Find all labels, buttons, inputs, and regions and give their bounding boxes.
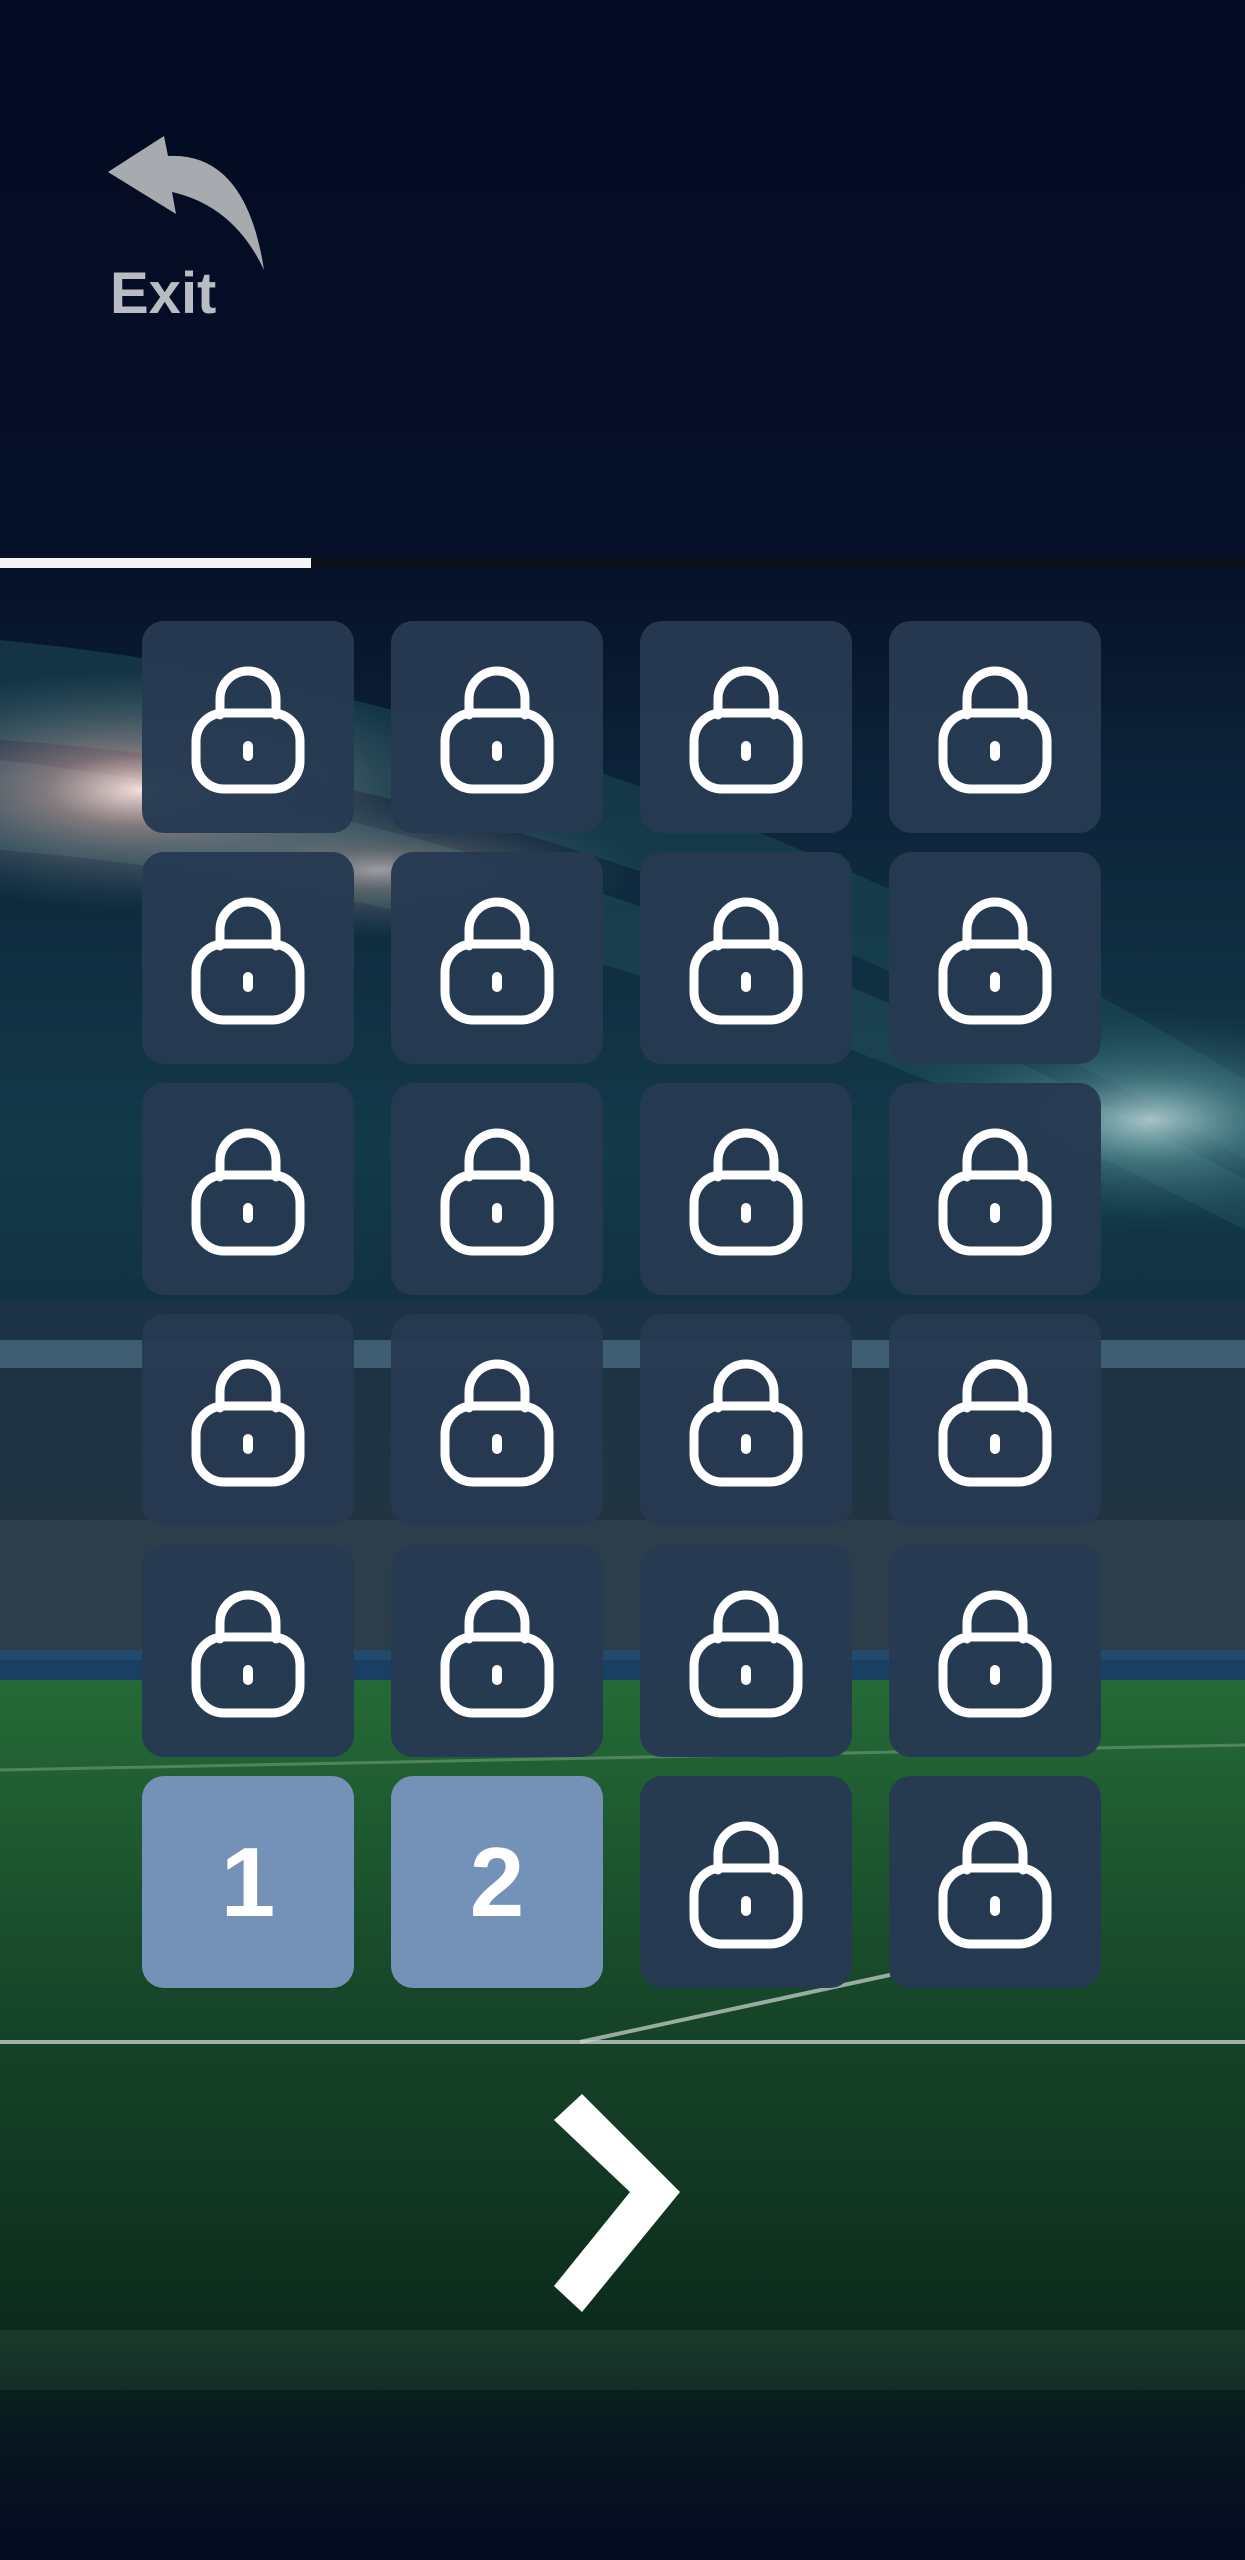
level-tile-locked[interactable]: [889, 1083, 1101, 1295]
level-tile-unlocked[interactable]: 1: [142, 1776, 354, 1988]
padlock-icon: [686, 1352, 806, 1488]
padlock-icon: [437, 659, 557, 795]
level-tile-locked[interactable]: [142, 1545, 354, 1757]
curved-back-arrow-icon: [108, 136, 264, 270]
progress-bar: [0, 558, 1245, 568]
level-tile-unlocked[interactable]: 2: [391, 1776, 603, 1988]
level-tile-locked[interactable]: [889, 1314, 1101, 1526]
padlock-icon: [188, 659, 308, 795]
level-tile-locked[interactable]: [889, 621, 1101, 833]
level-tile-locked[interactable]: [142, 1314, 354, 1526]
padlock-icon: [935, 1121, 1055, 1257]
level-tile-locked[interactable]: [889, 1776, 1101, 1988]
padlock-icon: [188, 1583, 308, 1719]
level-tile-locked[interactable]: [142, 1083, 354, 1295]
padlock-icon: [686, 1121, 806, 1257]
progress-bar-fill: [0, 558, 311, 568]
exit-label: Exit: [110, 261, 217, 326]
padlock-icon: [935, 890, 1055, 1026]
level-tile-locked[interactable]: [142, 852, 354, 1064]
padlock-icon: [437, 1352, 557, 1488]
padlock-icon: [686, 1814, 806, 1950]
exit-button[interactable]: Exit: [100, 130, 280, 330]
padlock-icon: [686, 659, 806, 795]
padlock-icon: [935, 1583, 1055, 1719]
level-tile-locked[interactable]: [640, 1314, 852, 1526]
level-tile-locked[interactable]: [391, 852, 603, 1064]
padlock-icon: [935, 1352, 1055, 1488]
next-page-button[interactable]: [548, 2090, 688, 2315]
padlock-icon: [188, 1121, 308, 1257]
level-tile-locked[interactable]: [640, 1545, 852, 1757]
level-tile-locked[interactable]: [889, 1545, 1101, 1757]
level-tile-locked[interactable]: [391, 1083, 603, 1295]
padlock-icon: [437, 1583, 557, 1719]
level-tile-locked[interactable]: [391, 621, 603, 833]
padlock-icon: [188, 890, 308, 1026]
level-tile-locked[interactable]: [391, 1314, 603, 1526]
padlock-icon: [188, 1352, 308, 1488]
padlock-icon: [686, 890, 806, 1026]
level-number: 1: [220, 1826, 276, 1937]
padlock-icon: [935, 659, 1055, 795]
padlock-icon: [437, 890, 557, 1026]
level-tile-locked[interactable]: [640, 852, 852, 1064]
level-tile-locked[interactable]: [640, 1776, 852, 1988]
level-tile-locked[interactable]: [142, 621, 354, 833]
padlock-icon: [935, 1814, 1055, 1950]
level-tile-locked[interactable]: [640, 1083, 852, 1295]
level-grid: 12: [142, 621, 1102, 1988]
level-tile-locked[interactable]: [391, 1545, 603, 1757]
level-tile-locked[interactable]: [889, 852, 1101, 1064]
padlock-icon: [686, 1583, 806, 1719]
level-tile-locked[interactable]: [640, 621, 852, 833]
padlock-icon: [437, 1121, 557, 1257]
chevron-right-icon: [554, 2094, 680, 2312]
level-number: 2: [469, 1826, 525, 1937]
